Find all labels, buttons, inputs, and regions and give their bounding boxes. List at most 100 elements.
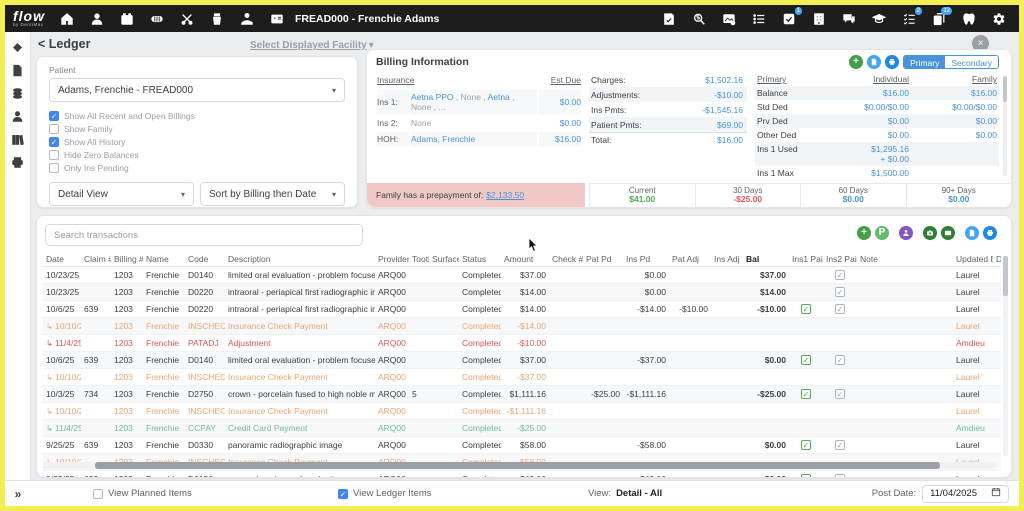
checkbox[interactable]: ✓ [338, 489, 348, 499]
checkbox[interactable] [93, 489, 103, 499]
checklist-icon[interactable]: 2 [901, 11, 917, 27]
transaction-row[interactable]: 9/25/256391203FrenchieD0150comprehensive… [43, 471, 1001, 479]
schedule-icon[interactable] [119, 11, 135, 27]
billing-doc-icon[interactable] [11, 63, 25, 77]
print-button[interactable] [983, 226, 997, 240]
filter-checkbox[interactable]: Show Family [49, 124, 345, 134]
ledger-books-icon[interactable] [11, 132, 25, 146]
column-header-pat-adj[interactable]: Pat Adj [669, 252, 711, 267]
ins1-paid-checkbox[interactable]: ✓ [801, 440, 811, 450]
column-header-provider[interactable]: Provider [375, 252, 409, 267]
horizontal-scrollbar[interactable] [43, 462, 997, 469]
column-header-di[interactable]: Di [993, 252, 1001, 267]
column-header-amount[interactable]: Amount [501, 252, 549, 267]
ins2-paid-checkbox[interactable]: ✓ [835, 355, 845, 365]
ins2-paid-checkbox[interactable]: ✓ [835, 440, 845, 450]
patient-button[interactable] [899, 226, 913, 240]
ins1-paid-checkbox[interactable]: ✓ [801, 304, 811, 314]
back-chevron-icon[interactable]: < [38, 37, 45, 51]
printer-icon[interactable] [11, 155, 25, 169]
dentures-icon[interactable] [149, 11, 165, 27]
records-icon[interactable] [269, 11, 285, 27]
view-ledger-items-checkbox[interactable]: ✓ View Ledger Items [338, 488, 432, 499]
view-planned-items-checkbox[interactable]: View Planned Items [93, 488, 192, 499]
documents-icon[interactable]: 12 [931, 11, 947, 27]
transaction-row[interactable]: ↳ 10/10/251203FrenchieINSCHECInsurance C… [43, 369, 1001, 386]
treatment-icon[interactable] [209, 11, 225, 27]
ins1-paid-checkbox[interactable]: ✓ [801, 355, 811, 365]
column-header-ins2-paid[interactable]: Ins2 Paid [823, 252, 857, 267]
transaction-row[interactable]: ↳ 10/10/251203FrenchieINSCHECInsurance C… [43, 403, 1001, 420]
transaction-row[interactable]: 10/3/257341203FrenchieD2750crown - porce… [43, 386, 1001, 403]
vertical-scrollbar[interactable] [1003, 256, 1008, 456]
claims-icon[interactable] [661, 11, 677, 27]
view-mode-select[interactable]: Detail View ▾ [49, 182, 194, 206]
print-billing-button[interactable] [885, 55, 899, 69]
billing-document-button[interactable] [867, 55, 881, 69]
card-payment-button[interactable] [941, 226, 955, 240]
secondary-toggle-button[interactable]: Secondary [945, 56, 998, 68]
tasks-icon[interactable]: 1 [781, 11, 797, 27]
ins1-paid-checkbox[interactable]: ✓ [801, 389, 811, 399]
column-header-pat-pd[interactable]: Pat Pd [583, 252, 623, 267]
filter-checkbox[interactable]: ✓Show All Recent and Open Billings [49, 111, 345, 121]
insurance-link[interactable]: Aetna PPO [411, 92, 454, 102]
column-header-status[interactable]: Status [459, 252, 501, 267]
transaction-row[interactable]: 10/23/251203FrenchieD0140limited oral ev… [43, 267, 1001, 284]
column-header-check-[interactable]: Check # [549, 252, 583, 267]
column-header-claim-[interactable]: Claim # [81, 252, 111, 267]
ins2-paid-checkbox[interactable]: ✓ [835, 304, 845, 314]
column-header-billing-[interactable]: Billing # [111, 252, 143, 267]
add-billing-button[interactable]: + [849, 55, 863, 69]
column-header-surface[interactable]: Surface [429, 252, 459, 267]
column-header-ins-adj[interactable]: Ins Adj [711, 252, 743, 267]
camera-button[interactable] [923, 226, 937, 240]
transaction-row[interactable]: ↳ 11/4/251203FrenchiePATADJAdjustmentARQ… [43, 335, 1001, 352]
coins-icon[interactable] [11, 86, 25, 100]
reports-icon[interactable] [751, 11, 767, 27]
column-header-ins-pd[interactable]: Ins Pd [623, 252, 669, 267]
ins2-paid-checkbox[interactable]: ✓ [835, 474, 845, 478]
ins2-paid-checkbox[interactable]: ✓ [835, 389, 845, 399]
payments-icon[interactable] [239, 11, 255, 27]
learning-icon[interactable] [871, 11, 887, 27]
column-header-name[interactable]: Name [143, 252, 185, 267]
prepayment-amount-link[interactable]: $2,133.50 [486, 190, 524, 200]
add-transaction-button[interactable]: + [857, 226, 871, 240]
transaction-row[interactable]: ↳ 11/4/251203FrenchieCCPAYCredit Card Pa… [43, 420, 1001, 437]
document-button[interactable] [965, 226, 979, 240]
search-transactions-input[interactable]: Search transactions [45, 224, 363, 246]
transaction-row[interactable]: ↳ 10/10/251203FrenchieINSCHECInsurance C… [43, 318, 1001, 335]
ins2-paid-checkbox[interactable]: ✓ [835, 287, 845, 297]
patient-icon[interactable] [89, 11, 105, 27]
column-header-description[interactable]: Description [225, 252, 375, 267]
transaction-row[interactable]: 10/23/251203FrenchieD0220intraoral - per… [43, 284, 1001, 301]
tooth-icon[interactable] [961, 11, 977, 27]
home-icon[interactable] [59, 11, 75, 27]
office-icon[interactable] [811, 11, 827, 27]
column-header-ins1-paid[interactable]: Ins1 Paid [789, 252, 823, 267]
transaction-row[interactable]: 10/6/256391203FrenchieD0220intraoral - p… [43, 301, 1001, 318]
clinical-tools-icon[interactable] [179, 11, 195, 27]
ins2-paid-checkbox[interactable]: ✓ [835, 270, 845, 280]
payment-button[interactable]: P [875, 226, 889, 240]
insurance-link[interactable]: Aetna [488, 92, 510, 102]
column-header-code[interactable]: Code [185, 252, 225, 267]
patient-select[interactable]: Adams, Frenchie - FREAD000 ▾ [49, 78, 345, 102]
post-date-input[interactable]: 11/04/2025 [922, 485, 1009, 503]
select-facility-link[interactable]: Select Displayed Facility▾ [250, 40, 374, 51]
filter-checkbox[interactable]: ✓Show All History [49, 137, 345, 147]
insurance-link[interactable]: Adams, Frenchie [411, 134, 475, 144]
messages-icon[interactable] [841, 11, 857, 27]
column-header-note[interactable]: Note [857, 252, 953, 267]
column-header-updated-by[interactable]: Updated By [953, 252, 993, 267]
primary-toggle-button[interactable]: Primary [904, 56, 945, 68]
calendar-icon[interactable] [991, 487, 1001, 500]
diamond-icon[interactable] [11, 40, 25, 54]
column-header-bal[interactable]: Bal [743, 252, 789, 267]
column-header-date[interactable]: Date [43, 252, 81, 267]
ins1-paid-checkbox[interactable]: ✓ [801, 474, 811, 478]
patient-icon[interactable] [11, 109, 25, 123]
fee-search-icon[interactable] [691, 11, 707, 27]
expand-panel-button[interactable]: » [5, 487, 31, 501]
